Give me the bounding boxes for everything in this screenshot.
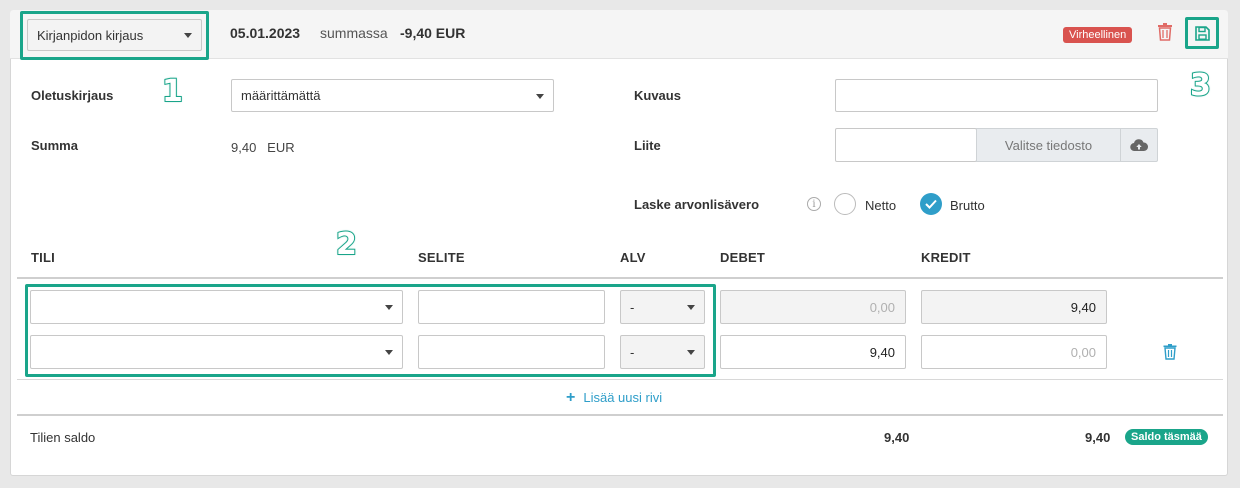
- credit-input[interactable]: 9,40: [921, 290, 1107, 324]
- entry-sum: -9,40 EUR: [400, 25, 466, 41]
- attachment-input[interactable]: [835, 128, 977, 162]
- checkmark-icon: [925, 199, 937, 209]
- annotation-box-1: [20, 11, 209, 60]
- add-row-label: Lisää uusi rivi: [583, 390, 663, 405]
- annotation-number-2: 2: [335, 226, 358, 263]
- entry-date: 05.01.2023: [230, 25, 301, 41]
- description-input[interactable]: [835, 79, 1158, 112]
- column-header-description: SELITE: [418, 250, 465, 265]
- plus-icon: +: [566, 388, 576, 406]
- column-header-vat: ALV: [620, 250, 646, 265]
- credit-total: 9,40: [1085, 430, 1111, 445]
- sum-word: summassa: [320, 25, 388, 41]
- footer-divider: [17, 414, 1223, 416]
- default-entry-value: määrittämättä: [241, 88, 321, 103]
- column-header-debit: DEBET: [720, 250, 766, 265]
- cloud-upload-icon: [1130, 139, 1148, 152]
- delete-row-button[interactable]: [1163, 344, 1177, 360]
- choose-file-button[interactable]: Valitse tiedosto: [976, 128, 1121, 162]
- vat-label: Laske arvonlisävero: [634, 197, 760, 212]
- annotation-box-2: [25, 284, 716, 377]
- debit-input[interactable]: 0,00: [720, 290, 906, 324]
- sum-amount-value: 9,40: [231, 140, 257, 155]
- vat-netto-label: Netto: [865, 198, 897, 213]
- column-header-credit: KREDIT: [921, 250, 971, 265]
- trash-icon: [1158, 23, 1172, 41]
- vat-brutto-label: Brutto: [950, 198, 985, 213]
- column-header-account: TILI: [31, 250, 55, 265]
- sum-label: Summa: [31, 138, 78, 153]
- default-entry-label: Oletuskirjaus: [31, 88, 114, 103]
- sum-amount: 9,40 EUR: [231, 140, 295, 155]
- rows-divider: [17, 379, 1223, 380]
- credit-input[interactable]: 0,00: [921, 335, 1107, 369]
- annotation-number-3: 3: [1189, 67, 1212, 104]
- description-label: Kuvaus: [634, 88, 681, 103]
- balance-label: Tilien saldo: [30, 430, 96, 445]
- delete-entry-button[interactable]: [1157, 23, 1173, 41]
- default-entry-select[interactable]: määrittämättä: [231, 79, 554, 112]
- debit-total: 9,40: [884, 430, 910, 445]
- vat-brutto-radio[interactable]: [920, 193, 942, 215]
- balance-badge: Saldo täsmää: [1125, 429, 1208, 445]
- table-header-divider: [17, 277, 1223, 279]
- annotation-number-1: 1: [161, 73, 184, 110]
- sum-currency: EUR: [267, 140, 295, 155]
- vat-netto-radio[interactable]: [834, 193, 856, 215]
- upload-button[interactable]: [1120, 128, 1158, 162]
- add-row-button[interactable]: + Lisää uusi rivi: [566, 388, 663, 406]
- status-badge: Virheellinen: [1063, 27, 1133, 43]
- trash-icon: [1163, 344, 1177, 360]
- attachment-label: Liite: [634, 138, 661, 153]
- chevron-down-icon: [536, 93, 544, 99]
- info-icon[interactable]: i: [807, 197, 821, 211]
- save-icon: [1194, 25, 1210, 41]
- debit-input[interactable]: 9,40: [720, 335, 906, 369]
- save-button[interactable]: [1185, 17, 1219, 49]
